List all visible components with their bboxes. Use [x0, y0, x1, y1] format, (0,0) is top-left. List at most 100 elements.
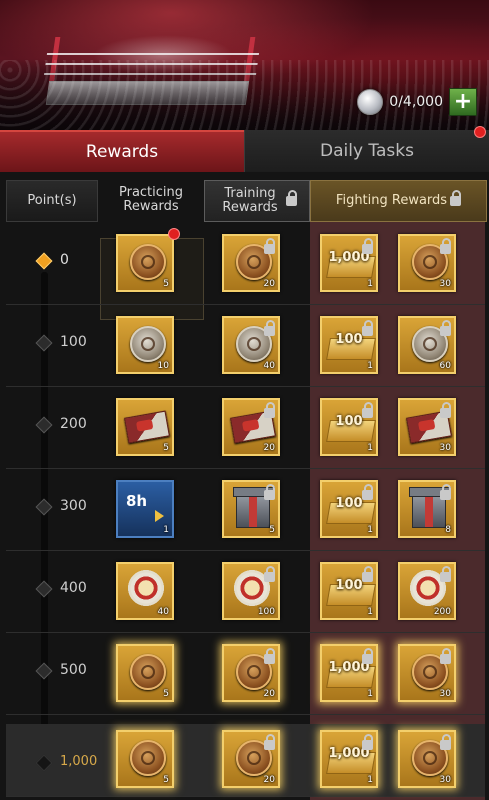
reward-slot[interactable]: 20: [222, 644, 280, 702]
lock-icon: [362, 734, 373, 750]
reward-quantity: 5: [163, 443, 169, 453]
reward-slot[interactable]: 8: [398, 480, 456, 538]
table-row: 300 8h 1 5 100 1 8: [6, 468, 485, 551]
practicing-column-header[interactable]: Practicing Rewards: [100, 180, 202, 220]
gold-medal-icon: [130, 654, 166, 690]
tab-daily-tasks-label: Daily Tasks: [320, 141, 414, 161]
arena-banner: 0/4,000 +: [0, 0, 489, 130]
reward-quantity: 8: [445, 525, 451, 535]
reward-slot[interactable]: 30: [398, 730, 456, 788]
lock-icon: [440, 320, 451, 336]
current-point-marker-icon: [35, 252, 53, 270]
practicing-header-label: Practicing Rewards: [118, 185, 184, 214]
reward-quantity: 20: [263, 775, 275, 785]
reward-quantity: 20: [263, 689, 275, 699]
notification-dot: [474, 126, 486, 138]
point-threshold-label: 500: [60, 662, 87, 678]
lock-icon: [440, 734, 451, 750]
reward-quantity: 5: [163, 689, 169, 699]
reward-label: 8h: [126, 492, 148, 510]
add-currency-button[interactable]: +: [449, 88, 477, 116]
reward-slot[interactable]: 5: [222, 480, 280, 538]
reward-slot[interactable]: 40: [116, 562, 174, 620]
reward-quantity: 60: [439, 361, 451, 371]
reward-slot[interactable]: 8h 1: [116, 480, 174, 538]
reward-slot[interactable]: 60: [398, 316, 456, 374]
fighting-header-label: Fighting Rewards: [335, 193, 448, 208]
reward-slot[interactable]: 20: [222, 234, 280, 292]
tab-rewards[interactable]: Rewards: [0, 130, 244, 172]
reward-slot[interactable]: 1,000 1: [320, 234, 378, 292]
reward-slot[interactable]: 1,000 1: [320, 644, 378, 702]
reward-quantity: 30: [439, 443, 451, 453]
reward-slot[interactable]: 10: [116, 316, 174, 374]
milestone-marker-icon: [35, 498, 53, 516]
lock-icon: [440, 648, 451, 664]
table-row: 200 5 20 100 1 30: [6, 386, 485, 469]
lock-icon: [440, 238, 451, 254]
reward-slot[interactable]: 30: [398, 234, 456, 292]
table-row: 100 10 40 100 1 60: [6, 304, 485, 387]
plus-icon: +: [453, 89, 473, 114]
gold-medal-icon: [130, 244, 166, 280]
reward-slot[interactable]: 40: [222, 316, 280, 374]
lock-icon: [286, 190, 297, 206]
tab-daily-tasks[interactable]: Daily Tasks: [244, 126, 489, 172]
reward-slot[interactable]: 5: [116, 398, 174, 456]
reward-slot[interactable]: 30: [398, 644, 456, 702]
table-row: 0 5 20 1,000 1 30: [6, 222, 485, 305]
rewards-table: 0 5 20 1,000 1 30 100 10 40 100 1 60 200 5 20 100 1 30 300…: [6, 222, 485, 800]
reward-quantity: 30: [439, 775, 451, 785]
point-threshold-label: 100: [60, 334, 87, 350]
gold-medal-icon: [130, 740, 166, 776]
reward-slot[interactable]: 100 1: [320, 562, 378, 620]
points-header-label: Point(s): [27, 193, 77, 208]
lock-icon: [264, 402, 275, 418]
reward-quantity: 1: [367, 775, 373, 785]
reward-quantity: 200: [433, 607, 451, 617]
reward-slot[interactable]: 20: [222, 398, 280, 456]
badge-icon: [128, 570, 164, 606]
milestone-marker-icon: [35, 580, 53, 598]
table-row: 500 5 20 1,000 1 30: [6, 632, 485, 715]
reward-quantity: 40: [263, 361, 275, 371]
lock-icon: [362, 566, 373, 582]
reward-quantity: 20: [263, 443, 275, 453]
lock-icon: [362, 320, 373, 336]
reward-slot[interactable]: 100 1: [320, 480, 378, 538]
table-row: 400 40 100 100 1 200: [6, 550, 485, 633]
training-column-header[interactable]: Training Rewards: [204, 180, 310, 222]
table-row: 1,000 5 20 1,000 1 30: [6, 724, 485, 797]
main-tabs: Rewards Daily Tasks: [0, 126, 489, 172]
lock-icon: [264, 484, 275, 500]
reward-quantity: 20: [263, 279, 275, 289]
lock-icon: [362, 648, 373, 664]
fighting-column-header[interactable]: Fighting Rewards: [310, 180, 487, 222]
reward-quantity: 10: [157, 361, 169, 371]
tab-rewards-label: Rewards: [85, 142, 159, 162]
reward-quantity: 1: [367, 525, 373, 535]
reward-quantity: 5: [163, 775, 169, 785]
reward-quantity: 30: [439, 279, 451, 289]
reward-slot[interactable]: 5: [116, 228, 180, 292]
reward-slot[interactable]: 200: [398, 562, 456, 620]
silver-medal-icon: [130, 326, 166, 362]
reward-slot[interactable]: 1,000 1: [320, 730, 378, 788]
lock-icon: [264, 648, 275, 664]
reward-slot[interactable]: 20: [222, 730, 280, 788]
reward-slot[interactable]: 100 1: [320, 398, 378, 456]
column-header: Point(s) Practicing Rewards Training Rew…: [0, 180, 489, 222]
reward-slot[interactable]: 30: [398, 398, 456, 456]
silver-coin-icon: [357, 89, 384, 115]
lock-icon: [362, 402, 373, 418]
reward-slot[interactable]: 100 1: [320, 316, 378, 374]
reward-slot[interactable]: 5: [116, 644, 174, 702]
point-threshold-label: 0: [60, 252, 69, 268]
reward-slot[interactable]: 100: [222, 562, 280, 620]
lock-icon: [264, 734, 275, 750]
milestone-marker-icon: [35, 416, 53, 434]
training-header-label: Training Rewards: [222, 186, 278, 215]
lock-icon: [264, 566, 275, 582]
lock-icon: [440, 402, 451, 418]
reward-slot[interactable]: 5: [116, 730, 174, 788]
